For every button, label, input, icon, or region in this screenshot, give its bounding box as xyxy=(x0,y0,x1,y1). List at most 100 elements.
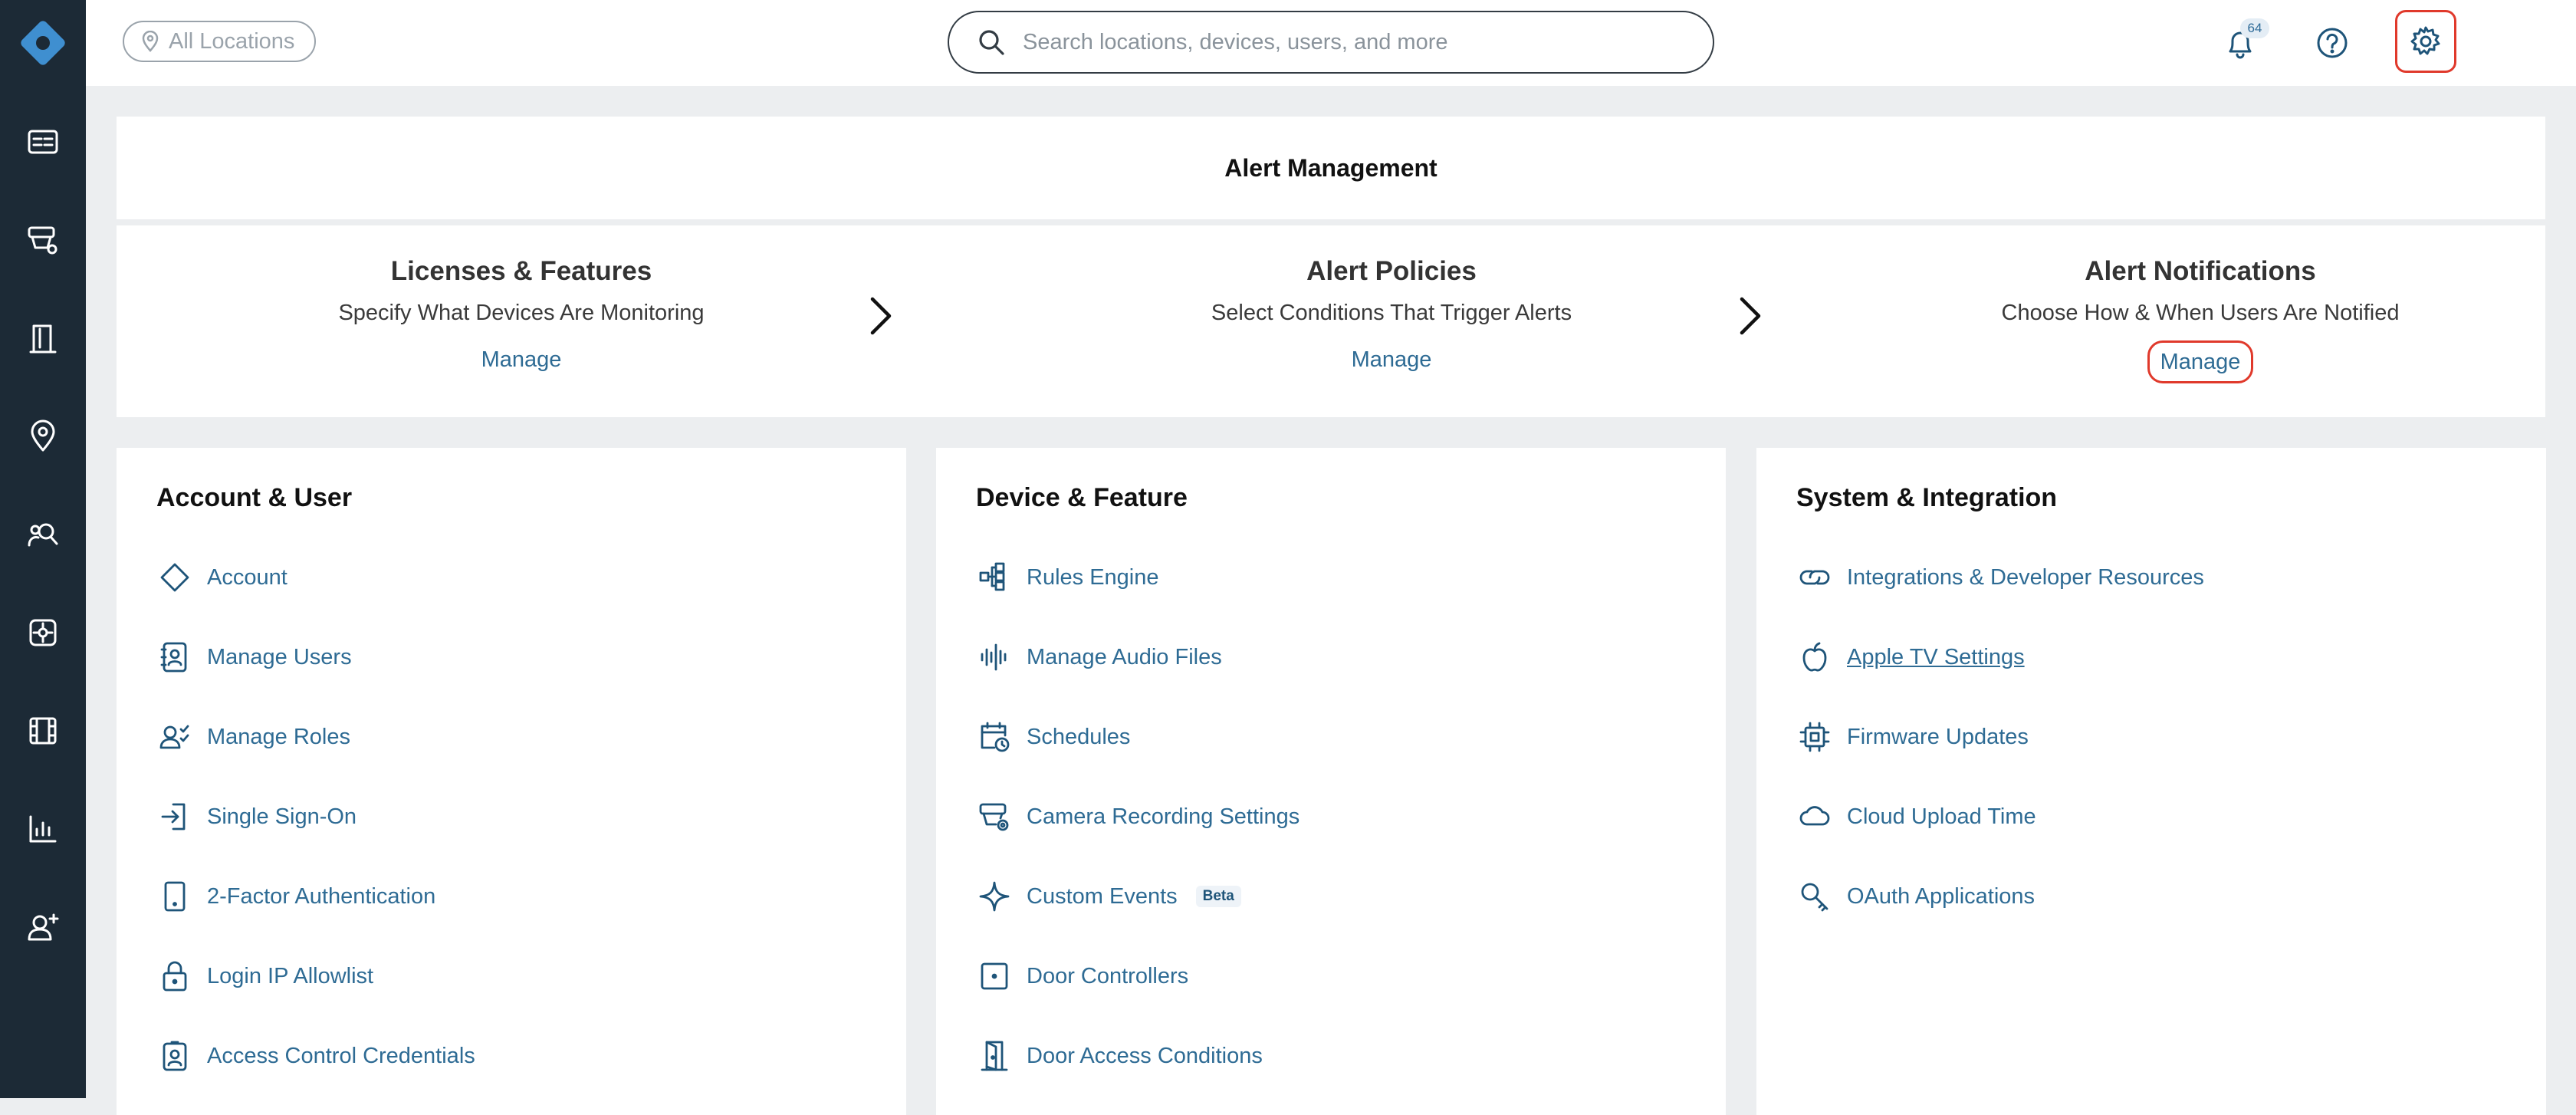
settings-button[interactable] xyxy=(2395,10,2456,73)
rules-icon xyxy=(976,559,1013,596)
item-label: Manage Roles xyxy=(207,724,350,749)
manage-policies-link[interactable]: Manage xyxy=(1341,340,1443,379)
device-feature-card: Device & Feature Rules Engine Manage Aud… xyxy=(936,448,1726,1115)
help-icon xyxy=(2317,28,2348,58)
door-icon[interactable] xyxy=(21,317,64,360)
item-label: Login IP Allowlist xyxy=(207,963,374,988)
apple-icon xyxy=(1796,639,1833,676)
step-title: Licenses & Features xyxy=(390,256,652,286)
cloud-icon xyxy=(1796,798,1833,835)
audio-wave-icon xyxy=(976,639,1013,676)
item-label: Single Sign-On xyxy=(207,804,357,829)
link-icon xyxy=(1796,559,1833,596)
item-label: 2-Factor Authentication xyxy=(207,883,436,909)
item-label: Door Access Conditions xyxy=(1027,1043,1263,1068)
item-label: Schedules xyxy=(1027,724,1131,749)
notification-count-badge: 64 xyxy=(2240,18,2269,38)
film-icon[interactable] xyxy=(21,709,64,752)
step-description: Select Conditions That Trigger Alerts xyxy=(1211,301,1572,325)
cloud-upload-time-link[interactable]: Cloud Upload Time xyxy=(1796,795,2036,838)
sparkle-icon xyxy=(976,878,1013,915)
item-label: Camera Recording Settings xyxy=(1027,804,1300,829)
login-ip-allowlist-link[interactable]: Login IP Allowlist xyxy=(156,955,373,998)
calendar-clock-icon xyxy=(976,719,1013,755)
account-link[interactable]: Account xyxy=(156,556,288,599)
bar-chart-icon[interactable] xyxy=(21,807,64,850)
device-icon[interactable] xyxy=(21,611,64,654)
camera-settings-icon xyxy=(976,798,1013,835)
top-header: All Locations 64 EN xyxy=(86,0,2576,86)
two-factor-auth-link[interactable]: 2-Factor Authentication xyxy=(156,875,435,918)
search-bar[interactable] xyxy=(948,11,1714,74)
door-access-conditions-link[interactable]: Door Access Conditions xyxy=(976,1034,1263,1077)
location-pin-icon xyxy=(142,31,159,52)
step-alert-notifications: Alert Notifications Choose How & When Us… xyxy=(1894,253,2507,383)
chip-icon xyxy=(1796,719,1833,755)
item-label: Firmware Updates xyxy=(1847,724,2029,749)
step-description: Choose How & When Users Are Notified xyxy=(2001,301,2400,325)
manage-audio-files-link[interactable]: Manage Audio Files xyxy=(976,636,1222,679)
item-label: Account xyxy=(207,564,288,590)
firmware-updates-link[interactable]: Firmware Updates xyxy=(1796,715,2029,758)
location-filter-button[interactable]: All Locations xyxy=(123,21,317,62)
diamond-icon xyxy=(156,559,193,596)
item-label: Manage Users xyxy=(207,644,352,669)
key-icon xyxy=(1796,878,1833,915)
location-icon[interactable] xyxy=(21,415,64,458)
system-integration-card: System & Integration Integrations & Deve… xyxy=(1756,448,2546,1115)
custom-events-link[interactable]: Custom Events Beta xyxy=(976,875,1241,918)
help-button[interactable] xyxy=(2309,20,2355,66)
step-alert-policies: Alert Policies Select Conditions That Tr… xyxy=(1085,253,1698,379)
schedules-link[interactable]: Schedules xyxy=(976,715,1130,758)
phone-icon xyxy=(156,878,193,915)
apple-tv-settings-link[interactable]: Apple TV Settings xyxy=(1796,636,2025,679)
item-label: Access Control Credentials xyxy=(207,1043,475,1068)
camera-recording-settings-link[interactable]: Camera Recording Settings xyxy=(976,795,1300,838)
alert-management-header: Alert Management xyxy=(117,117,2545,219)
item-label: Apple TV Settings xyxy=(1847,644,2025,669)
account-user-card: Account & User Account Manage Users Mana… xyxy=(117,448,906,1115)
oauth-applications-link[interactable]: OAuth Applications xyxy=(1796,875,2035,918)
rules-engine-link[interactable]: Rules Engine xyxy=(976,556,1159,599)
section-title: Account & User xyxy=(156,483,353,512)
location-filter-label: All Locations xyxy=(169,28,295,54)
item-label: Door Controllers xyxy=(1027,963,1189,988)
step-licenses-features: Licenses & Features Specify What Devices… xyxy=(215,253,828,379)
item-label: Integrations & Developer Resources xyxy=(1847,564,2204,590)
door-controllers-link[interactable]: Door Controllers xyxy=(976,955,1188,998)
sign-in-icon xyxy=(156,798,193,835)
chevron-right-icon xyxy=(865,293,895,339)
manage-notifications-link[interactable]: Manage xyxy=(2147,340,2254,383)
camera-icon[interactable] xyxy=(21,219,64,261)
search-icon xyxy=(979,30,1004,55)
access-control-credentials-link[interactable]: Access Control Credentials xyxy=(156,1034,475,1077)
integrations-developer-resources-link[interactable]: Integrations & Developer Resources xyxy=(1796,556,2204,599)
search-input[interactable] xyxy=(1021,28,1653,56)
user-book-icon xyxy=(156,639,193,676)
item-label: Cloud Upload Time xyxy=(1847,804,2036,829)
badge-icon xyxy=(156,1038,193,1074)
user-check-icon xyxy=(156,719,193,755)
people-search-icon[interactable] xyxy=(21,513,64,556)
item-label: Custom Events xyxy=(1027,883,1178,909)
item-label: Manage Audio Files xyxy=(1027,644,1222,669)
step-description: Specify What Devices Are Monitoring xyxy=(338,301,705,325)
alert-management-steps: Licenses & Features Specify What Devices… xyxy=(117,225,2545,417)
add-user-icon[interactable] xyxy=(21,906,64,949)
single-sign-on-link[interactable]: Single Sign-On xyxy=(156,795,356,838)
section-title: System & Integration xyxy=(1796,483,2058,512)
manage-roles-link[interactable]: Manage Roles xyxy=(156,715,350,758)
step-title: Alert Notifications xyxy=(2085,256,2316,286)
beta-badge: Beta xyxy=(1195,886,1241,907)
gear-icon xyxy=(2410,26,2440,55)
manage-licenses-link[interactable]: Manage xyxy=(471,340,573,379)
section-title: Device & Feature xyxy=(976,483,1188,512)
dashboard-icon[interactable] xyxy=(21,120,64,163)
chevron-right-icon xyxy=(1734,293,1765,339)
lock-icon xyxy=(156,958,193,995)
manage-users-link[interactable]: Manage Users xyxy=(156,636,352,679)
door-controller-icon xyxy=(976,958,1013,995)
step-title: Alert Policies xyxy=(1306,256,1477,286)
item-label: Rules Engine xyxy=(1027,564,1159,590)
logo-icon[interactable] xyxy=(15,15,71,71)
